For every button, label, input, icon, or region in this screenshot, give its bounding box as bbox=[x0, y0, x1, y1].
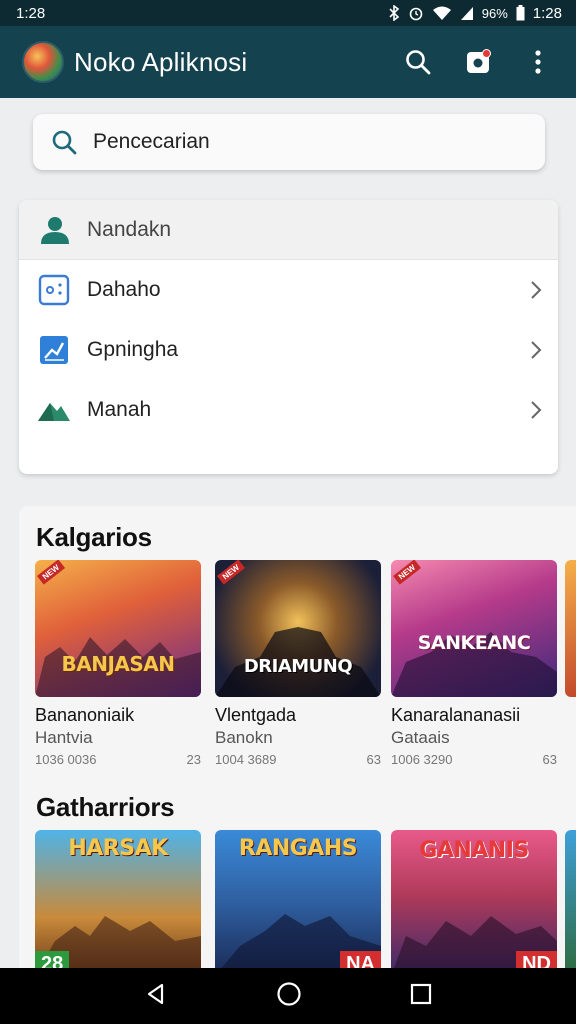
menu-item-label: Dahaho bbox=[87, 278, 161, 301]
game-art-title: RANGAHS bbox=[238, 836, 358, 861]
notification-dot bbox=[482, 49, 491, 58]
chart-icon bbox=[37, 333, 71, 367]
game-rating: 63 bbox=[366, 752, 381, 767]
menu-item-gpningha[interactable]: Gpningha bbox=[19, 320, 558, 380]
game-meta: 1006 3290 bbox=[391, 752, 453, 767]
game-thumbnail: NEW BANJASAN bbox=[35, 560, 201, 697]
more-vertical-icon bbox=[535, 50, 541, 74]
menu-header-label: Nandakn bbox=[87, 217, 172, 241]
section-title: Gatharriors bbox=[36, 792, 175, 822]
game-card[interactable]: NEW BANJASAN Bananoniaik Hantvia 1036 00… bbox=[35, 560, 201, 767]
game-art-title: HARSAK bbox=[68, 836, 168, 861]
menu-item-manah[interactable]: Manah bbox=[19, 380, 558, 440]
game-card[interactable]: HARSAK 28 bbox=[35, 830, 201, 976]
status-time: 1:28 bbox=[16, 4, 46, 22]
game-meta: 1004 3689 bbox=[215, 752, 277, 767]
game-card[interactable]: NEW SANKEANC Kanaralananasii Gataais 100… bbox=[391, 560, 557, 767]
app-title: Noko Apliknosi bbox=[74, 46, 248, 77]
game-thumbnail: HARSAK 28 bbox=[35, 830, 201, 976]
game-name: Vlentgada bbox=[215, 705, 297, 725]
game-art-title: BANJASAN bbox=[61, 652, 175, 676]
game-subtitle: Gataais bbox=[391, 728, 450, 747]
home-circle-icon[interactable] bbox=[276, 981, 302, 1012]
game-name: Bananoniaik bbox=[35, 705, 135, 725]
alarm-icon bbox=[408, 5, 424, 21]
search-button[interactable] bbox=[396, 40, 440, 84]
app-bar: Noko Apliknosi bbox=[0, 26, 576, 98]
game-card[interactable]: GANANIS ND bbox=[391, 830, 557, 976]
game-art-title: SANKEANC bbox=[417, 632, 531, 654]
search-icon bbox=[52, 130, 77, 155]
game-art-title: DRIAMUNQ bbox=[243, 656, 353, 677]
game-art-title: GANANIS bbox=[419, 838, 529, 863]
signal-icon bbox=[460, 5, 474, 21]
game-name: Kanaralananasii bbox=[391, 705, 521, 725]
bluetooth-icon bbox=[388, 5, 400, 21]
game-card-partial[interactable] bbox=[565, 830, 576, 976]
menu-card: Nandakn Dahaho Gpningha Manah bbox=[19, 200, 558, 474]
section-title: Kalgarios bbox=[36, 522, 152, 552]
app-logo bbox=[22, 41, 64, 83]
user-icon bbox=[41, 216, 69, 244]
game-thumbnail: NEW SANKEANC bbox=[391, 560, 557, 697]
menu-item-label: Gpningha bbox=[87, 338, 179, 361]
wifi-icon bbox=[432, 5, 452, 21]
status-bar: 1:28 96% 1:28 bbox=[0, 0, 576, 26]
menu-item-label: Manah bbox=[87, 398, 152, 421]
menu-item-dahaho[interactable]: Dahaho bbox=[19, 260, 558, 320]
chevron-right-icon bbox=[531, 281, 542, 299]
game-meta: 1036 0036 bbox=[35, 752, 97, 767]
chevron-right-icon bbox=[531, 401, 542, 419]
game-thumbnail: RANGAHS NA bbox=[215, 830, 381, 976]
game-thumbnail bbox=[565, 560, 576, 697]
back-icon[interactable] bbox=[144, 982, 168, 1011]
recents-icon[interactable] bbox=[410, 983, 432, 1010]
game-rating: 63 bbox=[542, 752, 557, 767]
search-input[interactable] bbox=[93, 130, 493, 154]
game-card-partial[interactable] bbox=[565, 560, 576, 697]
more-options-button[interactable] bbox=[516, 40, 560, 84]
battery-percent: 96% bbox=[481, 5, 508, 21]
game-rating: 23 bbox=[186, 752, 201, 767]
game-thumbnail: GANANIS ND bbox=[391, 830, 557, 976]
status-time-right: 1:28 bbox=[532, 4, 562, 22]
battery-icon bbox=[516, 5, 525, 21]
game-thumbnail: NEW DRIAMUNQ bbox=[215, 560, 381, 697]
chevron-right-icon bbox=[531, 341, 542, 359]
system-nav-bar bbox=[0, 968, 576, 1024]
game-subtitle: Hantvia bbox=[35, 728, 93, 747]
game-subtitle: Banokn bbox=[215, 728, 273, 747]
games-panel: Kalgarios NEW BANJASAN Bananoniaik Hantv… bbox=[19, 506, 576, 976]
menu-header[interactable]: Nandakn bbox=[19, 200, 558, 260]
game-thumbnail bbox=[565, 830, 576, 976]
game-card[interactable]: RANGAHS NA bbox=[215, 830, 381, 976]
search-bar[interactable] bbox=[33, 114, 545, 170]
notification-button[interactable] bbox=[456, 40, 500, 84]
search-icon bbox=[406, 50, 431, 75]
dashboard-icon bbox=[37, 273, 71, 307]
game-card[interactable]: NEW DRIAMUNQ Vlentgada Banokn 1004 3689 … bbox=[215, 560, 381, 767]
home-icon bbox=[37, 393, 71, 427]
